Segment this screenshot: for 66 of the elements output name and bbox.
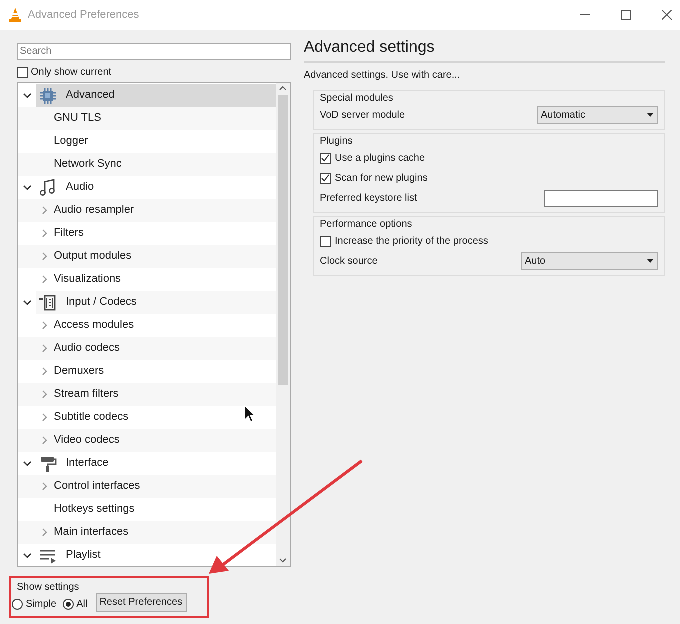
tree-item[interactable]: GNU TLS	[18, 107, 276, 130]
scrollbar[interactable]	[276, 83, 290, 566]
checkbox-label: Use a plugins cache	[335, 152, 426, 166]
radio-button[interactable]	[62, 599, 74, 610]
paint-roller-icon	[39, 454, 57, 472]
dropdown-arrow-icon	[647, 112, 654, 116]
tree-item[interactable]: Input / Codecs	[36, 291, 276, 314]
radio-label: All	[76, 598, 88, 612]
field-label: Preferred keystore list	[320, 192, 418, 206]
window-title: Advanced Preferences	[28, 8, 140, 23]
film-icon	[38, 294, 58, 312]
chevron-down-icon[interactable]	[22, 92, 32, 98]
dropdown[interactable]: Auto	[521, 252, 658, 270]
tree-item[interactable]: Control interfaces	[18, 475, 276, 498]
panel-description: Advanced settings. Use with care...	[304, 69, 460, 83]
tree-item[interactable]: Audio resampler	[18, 199, 276, 222]
group-title: Performance options	[320, 218, 412, 231]
chevron-right-icon[interactable]	[42, 482, 48, 491]
checkbox-label: Increase the priority of the process	[335, 234, 488, 248]
chevron-right-icon[interactable]	[42, 206, 48, 215]
chevron-right-icon[interactable]	[42, 344, 48, 353]
close-icon[interactable]	[662, 10, 672, 20]
dropdown-arrow-icon	[647, 258, 654, 262]
tree-item[interactable]: Video codecs	[18, 429, 276, 452]
chevron-right-icon[interactable]	[42, 229, 48, 238]
tree-item[interactable]: Audio codecs	[18, 337, 276, 360]
tree-item[interactable]: Stream filters	[18, 383, 276, 406]
checkbox[interactable]	[320, 172, 331, 184]
group-title: Special modules	[320, 92, 394, 105]
chevron-down-icon[interactable]	[22, 184, 32, 190]
field-label: Clock source	[320, 254, 378, 268]
checkbox[interactable]	[17, 66, 28, 78]
chip-icon	[39, 86, 57, 104]
search-field[interactable]: Search	[17, 43, 291, 60]
text-field[interactable]	[544, 190, 658, 206]
chevron-right-icon[interactable]	[42, 436, 48, 445]
chevron-right-icon[interactable]	[42, 413, 48, 422]
tree-item[interactable]: Main interfaces	[18, 521, 276, 544]
chevron-down-icon[interactable]	[22, 300, 32, 306]
music-note-icon	[39, 178, 57, 196]
checkbox[interactable]	[320, 152, 331, 164]
reset-button[interactable]: Reset Preferences	[96, 593, 187, 612]
cone-icon	[9, 8, 22, 22]
chevron-down-icon[interactable]	[22, 460, 32, 466]
tree-item[interactable]: Network Sync	[18, 153, 276, 176]
maximize-icon[interactable]	[621, 10, 631, 20]
chevron-right-icon[interactable]	[42, 367, 48, 376]
checkbox-label: Scan for new plugins	[335, 172, 428, 186]
tree-item[interactable]: Advanced	[36, 84, 276, 107]
field-label: VoD server module	[320, 108, 406, 122]
radio-label: Simple	[26, 598, 57, 612]
panel-title: Advanced settings	[304, 38, 435, 58]
chevron-right-icon[interactable]	[42, 528, 48, 537]
checkbox[interactable]	[320, 236, 331, 246]
radio-button[interactable]	[12, 599, 23, 610]
chevron-right-icon[interactable]	[42, 321, 48, 330]
group-title: Plugins	[320, 135, 353, 148]
checkbox-label: Only show current	[31, 66, 112, 80]
chevron-right-icon[interactable]	[42, 275, 48, 284]
group-title: Show settings	[17, 581, 80, 595]
cursor-icon	[244, 405, 256, 423]
chevron-right-icon[interactable]	[42, 390, 48, 399]
chevron-right-icon[interactable]	[42, 252, 48, 261]
tree-item[interactable]: Output modules	[18, 245, 276, 268]
chevron-down-icon[interactable]	[22, 552, 32, 558]
dropdown[interactable]: Automatic	[537, 106, 658, 124]
